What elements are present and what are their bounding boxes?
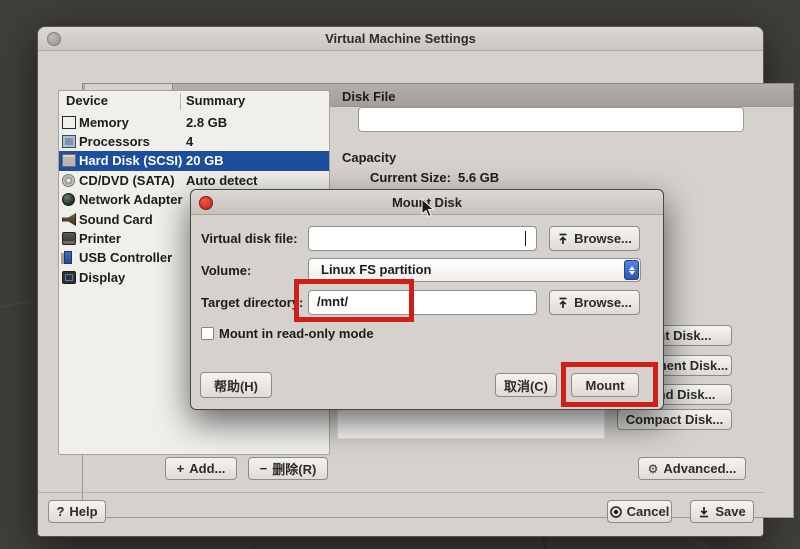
readonly-checkbox-label: Mount in read-only mode xyxy=(219,326,374,341)
desktop: Virtual Machine Settings Hardware Option… xyxy=(0,0,800,549)
gear-icon: ⚙ xyxy=(648,462,659,476)
volume-selected-value: Linux FS partition xyxy=(321,262,432,277)
disk-file-section-label: Disk File xyxy=(342,89,395,104)
browse-target-directory-button[interactable]: Browse... xyxy=(549,290,640,315)
dialog-help-button[interactable]: 帮助(H) xyxy=(200,372,272,398)
table-row-hard-disk[interactable]: Hard Disk (SCSI) 20 GB xyxy=(59,151,329,171)
table-row-cd-dvd[interactable]: CD/DVD (SATA) Auto detect xyxy=(59,171,329,191)
virtual-disk-file-input[interactable] xyxy=(308,226,537,251)
hard-disk-icon xyxy=(62,154,76,167)
window-close-icon[interactable] xyxy=(47,32,61,46)
browse-button-label: Browse... xyxy=(574,295,632,310)
remove-button-label: 删除(R) xyxy=(272,459,316,478)
virtual-disk-file-label: Virtual disk file: xyxy=(201,231,298,246)
table-row-processors[interactable]: Processors 4 xyxy=(59,132,329,152)
summary-value: 2.8 GB xyxy=(186,115,227,130)
annotation-mount-button xyxy=(561,362,658,407)
device-label: CD/DVD (SATA) xyxy=(79,173,175,188)
device-label: Hard Disk (SCSI) xyxy=(79,153,182,168)
volume-label: Volume: xyxy=(201,263,251,278)
bottom-divider xyxy=(38,492,763,493)
save-button-label: Save xyxy=(715,504,745,519)
dropdown-spinner-icon[interactable] xyxy=(624,260,639,280)
device-label: Memory xyxy=(79,115,129,130)
sound-card-icon xyxy=(62,213,76,226)
display-icon xyxy=(62,271,76,284)
summary-value: 20 GB xyxy=(186,153,224,168)
device-list-header: Device Summary xyxy=(59,91,329,112)
device-label: Printer xyxy=(79,231,121,246)
capacity-section-label: Capacity xyxy=(342,150,396,165)
upload-arrow-icon xyxy=(557,233,569,245)
minus-icon: − xyxy=(260,461,268,476)
cd-dvd-icon xyxy=(62,174,75,187)
cancel-button[interactable]: Cancel xyxy=(607,500,672,523)
text-caret xyxy=(525,231,526,246)
column-header-summary: Summary xyxy=(186,93,245,108)
usb-icon xyxy=(64,251,72,264)
summary-value: 4 xyxy=(186,134,193,149)
device-label: Sound Card xyxy=(79,212,153,227)
mouse-cursor-icon xyxy=(421,198,436,224)
readonly-checkbox[interactable] xyxy=(201,327,214,340)
browse-virtual-disk-button[interactable]: Browse... xyxy=(549,226,640,251)
window-title: Virtual Machine Settings xyxy=(38,27,763,51)
cancel-icon xyxy=(610,506,622,518)
current-size-value: 5.6 GB xyxy=(458,170,499,185)
column-header-device: Device xyxy=(66,93,108,108)
add-device-button[interactable]: + Add... xyxy=(165,457,237,480)
annotation-target-directory xyxy=(294,279,414,322)
printer-icon xyxy=(62,232,76,245)
remove-device-button[interactable]: − 删除(R) xyxy=(248,457,328,480)
table-row-memory[interactable]: Memory 2.8 GB xyxy=(59,113,329,133)
upload-arrow-icon xyxy=(557,297,569,309)
window-titlebar[interactable]: Virtual Machine Settings xyxy=(38,27,763,51)
column-divider xyxy=(180,93,181,110)
processor-icon xyxy=(62,135,76,148)
device-label: USB Controller xyxy=(79,250,172,265)
disk-file-input[interactable] xyxy=(358,107,744,132)
device-label: Network Adapter xyxy=(79,192,183,207)
browse-button-label: Browse... xyxy=(574,231,632,246)
help-button-label: Help xyxy=(69,504,97,519)
target-directory-label: Target directory: xyxy=(201,295,303,310)
advanced-button-label: Advanced... xyxy=(663,461,736,476)
content-area xyxy=(337,407,605,439)
compact-disk-button[interactable]: Compact Disk... xyxy=(617,409,732,430)
question-icon: ? xyxy=(56,504,64,519)
help-button[interactable]: ? Help xyxy=(48,500,106,523)
dialog-close-icon[interactable] xyxy=(199,196,213,210)
network-icon xyxy=(62,193,75,206)
device-label: Display xyxy=(79,270,125,285)
advanced-button[interactable]: ⚙ Advanced... xyxy=(638,457,746,480)
cancel-button-label: Cancel xyxy=(627,504,670,519)
memory-icon xyxy=(62,116,76,129)
summary-value: Auto detect xyxy=(186,173,258,188)
dialog-cancel-button[interactable]: 取消(C) xyxy=(495,373,557,397)
device-label: Processors xyxy=(79,134,150,149)
add-button-label: Add... xyxy=(189,461,225,476)
plus-icon: + xyxy=(177,461,185,476)
save-icon xyxy=(698,506,710,518)
save-button[interactable]: Save xyxy=(690,500,754,523)
current-size-label: Current Size: xyxy=(370,170,451,185)
